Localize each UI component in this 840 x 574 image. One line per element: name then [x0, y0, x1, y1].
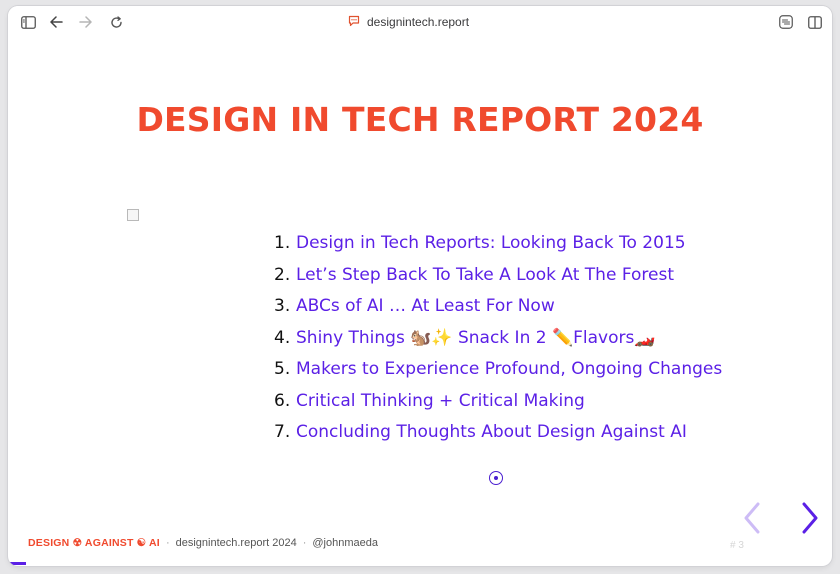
- list-item: 3. ABCs of AI … At Least For Now: [274, 294, 722, 326]
- page-number: # 3: [730, 540, 744, 551]
- split-view-icon[interactable]: [805, 12, 825, 32]
- previous-slide-button[interactable]: [738, 498, 768, 538]
- target-icon[interactable]: [489, 471, 503, 485]
- list-item: 1. Design in Tech Reports: Looking Back T…: [274, 231, 722, 263]
- brand-logo: DESIGN ☢ AGAINST ☯ AI: [28, 537, 160, 549]
- list-item: 2. Let’s Step Back To Take A Look At The …: [274, 263, 722, 295]
- footer-separator: ·: [165, 537, 170, 549]
- next-slide-button[interactable]: [794, 498, 824, 538]
- agenda-link[interactable]: Critical Thinking + Critical Making: [296, 391, 585, 411]
- list-item-number: 2.: [274, 264, 291, 285]
- chevron-right-icon: [802, 502, 818, 534]
- browser-window: designintech.report DESIGN IN TECH REPOR…: [8, 6, 832, 566]
- list-item: 6. Critical Thinking + Critical Making: [274, 389, 722, 421]
- browser-toolbar: designintech.report: [8, 6, 832, 38]
- site-favicon-icon: [348, 15, 360, 30]
- list-item-number: 4.: [274, 327, 291, 348]
- address-bar[interactable]: designintech.report: [348, 13, 469, 31]
- presentation-slide: DESIGN IN TECH REPORT 2024 1. Design in T…: [8, 38, 832, 566]
- agenda-link[interactable]: ABCs of AI … At Least For Now: [296, 296, 555, 316]
- list-item-number: 6.: [274, 390, 291, 411]
- reader-mode-icon[interactable]: [776, 12, 796, 32]
- footer-separator: ·: [302, 537, 307, 549]
- agenda-list: 1. Design in Tech Reports: Looking Back T…: [274, 231, 722, 452]
- agenda-link[interactable]: Let’s Step Back To Take A Look At The Fo…: [296, 265, 674, 285]
- chevron-left-icon: [744, 502, 760, 534]
- address-bar-url: designintech.report: [367, 15, 470, 29]
- slide-title: DESIGN IN TECH REPORT 2024: [136, 100, 704, 139]
- list-item-number: 3.: [274, 296, 291, 316]
- footer-handle: @johnmaeda: [312, 537, 378, 549]
- sidebar-toggle-icon[interactable]: [18, 12, 38, 32]
- list-item-number: 7.: [274, 422, 291, 442]
- agenda-link[interactable]: Shiny Things 🐿️✨ Snack In 2 ✏️Flavors🏎️: [296, 328, 656, 348]
- broken-image-icon: [127, 209, 139, 221]
- list-item-number: 1.: [274, 233, 291, 253]
- list-item: 5. Makers to Experience Profound, Ongoing…: [274, 357, 722, 389]
- list-item-number: 5.: [274, 359, 291, 379]
- reload-icon[interactable]: [106, 12, 126, 32]
- list-item: 7. Concluding Thoughts About Design Again…: [274, 420, 722, 452]
- slide-footer: DESIGN ☢ AGAINST ☯ AI · designintech.rep…: [28, 535, 378, 551]
- back-arrow-icon[interactable]: [46, 12, 66, 32]
- agenda-link[interactable]: Concluding Thoughts About Design Against…: [296, 422, 687, 442]
- forward-arrow-icon[interactable]: [76, 12, 96, 32]
- slide-progress-bar: [8, 562, 26, 565]
- agenda-link[interactable]: Design in Tech Reports: Looking Back To …: [296, 233, 686, 253]
- footer-site: designintech.report 2024: [175, 537, 297, 549]
- agenda-link[interactable]: Makers to Experience Profound, Ongoing C…: [296, 359, 722, 379]
- list-item: 4. Shiny Things 🐿️✨ Snack In 2 ✏️Flavors🏎…: [274, 326, 722, 358]
